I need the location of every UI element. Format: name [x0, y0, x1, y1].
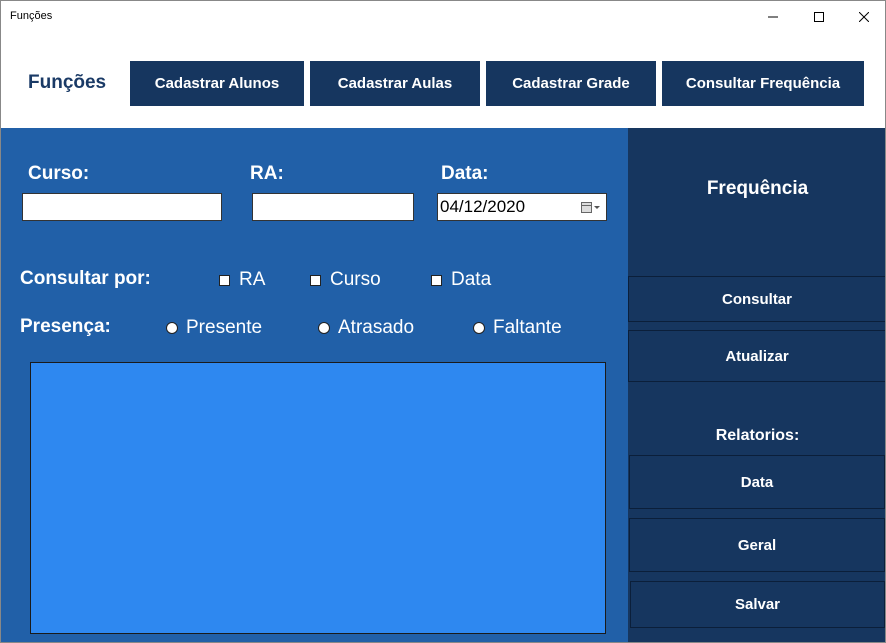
nav-cadastrar-aulas-button[interactable]: Cadastrar Aulas [310, 61, 480, 106]
ra-input[interactable] [252, 193, 414, 221]
window-title: Funções [10, 10, 53, 22]
checkbox-curso[interactable]: Curso [310, 269, 381, 291]
checkbox-box[interactable] [310, 274, 321, 286]
radio-dot[interactable] [473, 322, 485, 334]
relatorio-data-button[interactable]: Data [629, 455, 885, 509]
calendar-dropdown-icon[interactable] [581, 200, 601, 220]
curso-label: Curso: [28, 163, 90, 184]
relatorio-geral-button[interactable]: Geral [629, 518, 885, 572]
date-picker[interactable]: 04/12/2020 [437, 193, 607, 221]
checkbox-ra-label: RA [239, 269, 266, 290]
maximize-icon [814, 11, 824, 22]
consultar-button[interactable]: Consultar [628, 276, 885, 322]
checkbox-box[interactable] [431, 274, 442, 286]
checkbox-ra[interactable]: RA [219, 269, 265, 291]
ra-label: RA: [250, 163, 284, 184]
consultar-por-label: Consultar por: [20, 268, 151, 289]
atualizar-button[interactable]: Atualizar [628, 330, 885, 382]
checkbox-data[interactable]: Data [431, 269, 491, 291]
checkbox-curso-label: Curso [330, 269, 381, 290]
close-button[interactable] [841, 1, 885, 32]
minimize-button[interactable] [750, 1, 796, 32]
radio-faltante-label: Faltante [493, 317, 562, 338]
app-window: Funções Funções Cadastrar Alunos Cadastr… [0, 0, 886, 643]
data-label: Data: [441, 163, 489, 184]
header: Funções Cadastrar Alunos Cadastrar Aulas… [1, 32, 885, 128]
panel-title: Frequência [706, 178, 809, 199]
nav-cadastrar-alunos-button[interactable]: Cadastrar Alunos [130, 61, 304, 106]
radio-dot[interactable] [318, 322, 330, 334]
radio-presente-label: Presente [186, 317, 263, 338]
relatorios-label: Relatorios: [715, 427, 800, 444]
date-value: 04/12/2020 [440, 197, 526, 216]
minimize-icon [768, 16, 778, 17]
maximize-button[interactable] [796, 1, 842, 32]
brand-title: Funções [28, 72, 107, 93]
actions-panel: Frequência Consultar Atualizar Relatorio… [628, 128, 885, 642]
close-icon [859, 11, 869, 22]
results-grid[interactable] [30, 362, 606, 634]
curso-input[interactable] [22, 193, 222, 221]
form-panel: Curso: RA: Data: 04/12/2020 Consultar po… [1, 128, 628, 642]
radio-presente[interactable]: Presente [166, 317, 262, 339]
radio-atrasado[interactable]: Atrasado [318, 317, 414, 339]
title-bar: Funções [1, 1, 885, 32]
presenca-label: Presença: [20, 316, 111, 337]
radio-atrasado-label: Atrasado [338, 317, 415, 338]
checkbox-data-label: Data [451, 269, 492, 290]
checkbox-box[interactable] [219, 274, 230, 286]
radio-dot[interactable] [166, 322, 178, 334]
nav-consultar-frequencia-button[interactable]: Consultar Frequência [662, 61, 864, 106]
radio-faltante[interactable]: Faltante [473, 317, 562, 339]
nav-cadastrar-grade-button[interactable]: Cadastrar Grade [486, 61, 656, 106]
salvar-button[interactable]: Salvar [630, 581, 885, 628]
